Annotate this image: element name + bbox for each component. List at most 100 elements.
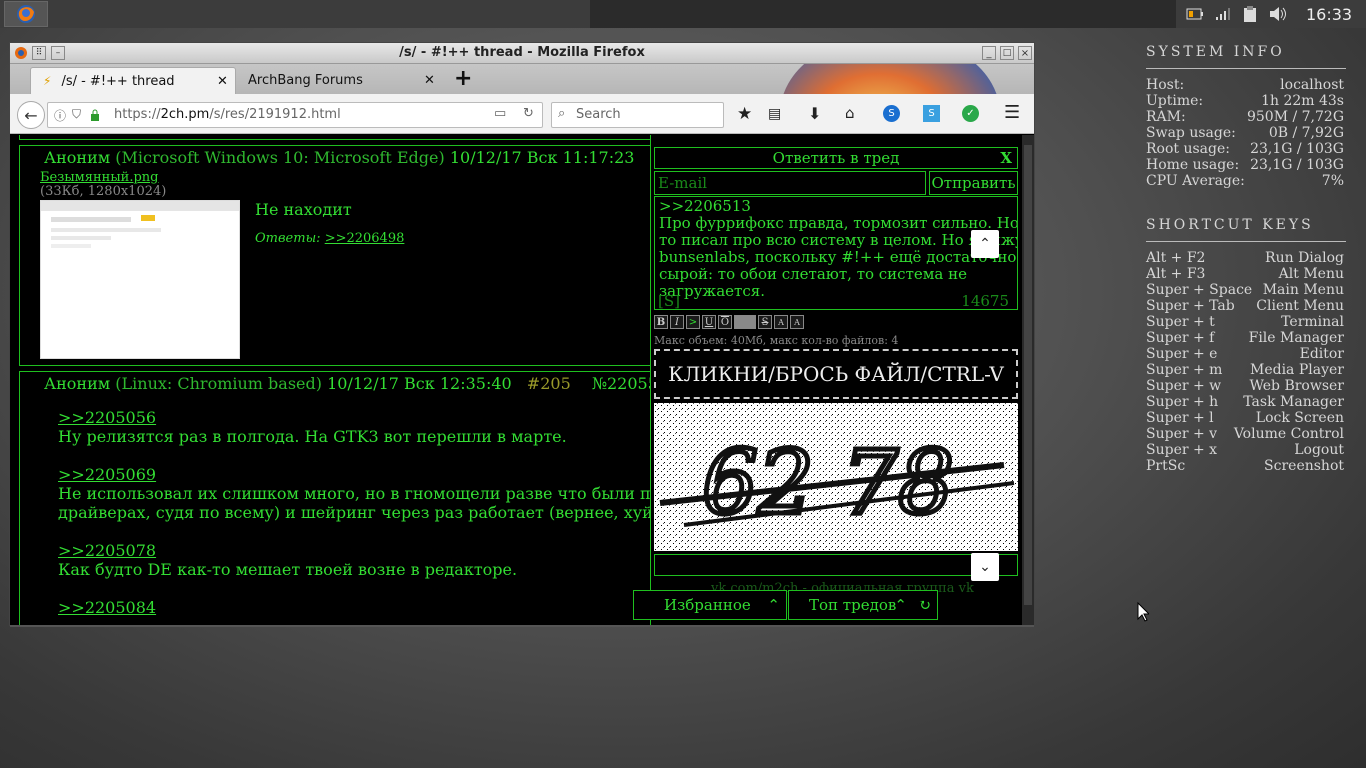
max-size-info: Макс объем: 40Мб, макс кол-во файлов: 4 <box>654 334 899 347</box>
row-label: Host: <box>1146 77 1185 93</box>
file-drop-zone[interactable]: КЛИКНИ/БРОСЬ ФАЙЛ/CTRL-V <box>654 349 1018 399</box>
reader-view-icon[interactable]: ▭ <box>494 106 506 121</box>
reply-link[interactable]: >>2206498 <box>325 231 405 246</box>
refresh-icon[interactable]: ↻ <box>918 591 931 619</box>
row-value: Web Browser <box>1249 378 1345 394</box>
message-textarea[interactable]: >>2206513 Про фуррифокс правда, тормозит … <box>654 196 1018 310</box>
sage-toggle[interactable]: [S] <box>658 293 680 310</box>
captcha-text: 62 78 <box>702 431 954 534</box>
search-input[interactable]: Search <box>576 107 621 122</box>
italic-button[interactable]: I <box>670 315 684 329</box>
row-label: Swap usage: <box>1146 125 1236 141</box>
addon-s-icon[interactable]: S <box>883 105 900 122</box>
tab-close-icon[interactable]: ✕ <box>424 73 435 88</box>
scroll-up-button[interactable]: ⌃ <box>971 230 999 258</box>
tab-close-icon[interactable]: ✕ <box>217 74 228 89</box>
url-bar[interactable]: ⓘ ⛉ https://2ch.pm/s/res/2191912.html ▭ … <box>47 102 543 128</box>
scroll-down-button[interactable]: ⌄ <box>971 553 999 581</box>
download-icon[interactable]: ⬇ <box>808 104 821 123</box>
superscript-button[interactable]: A <box>790 315 804 329</box>
quote-link[interactable]: >>2205069 <box>58 465 653 484</box>
overline-button[interactable]: O <box>718 315 732 329</box>
menu-icon[interactable]: ☰ <box>1004 102 1020 123</box>
window-bottom-border <box>10 625 1034 627</box>
reply-form-title: Ответить в тред <box>772 149 900 167</box>
file-name-link[interactable]: Безымянный.png <box>40 170 159 185</box>
top-panel: 16:33 <box>0 0 1366 28</box>
quote-link[interactable]: >>2205078 <box>58 541 653 560</box>
close-icon[interactable]: × <box>1018 46 1032 60</box>
quote-link[interactable]: >>2205084 <box>58 598 653 617</box>
new-tab-button[interactable]: + <box>454 66 472 91</box>
top-threads-button[interactable]: Топ тредов ⌃ ↻ <box>788 590 938 620</box>
post-paragraph: Не использовал их слишком много, но в гн… <box>58 484 651 503</box>
page-scrollbar[interactable] <box>1022 135 1034 625</box>
tab-archbang-forums[interactable]: ArchBang Forums ✕ <box>236 67 442 94</box>
firefox-launcher-button[interactable] <box>4 1 48 27</box>
reply-form: Ответить в тред X E-mail Отправить >>220… <box>650 135 1020 625</box>
search-box[interactable]: ⌕ Search <box>551 102 724 128</box>
row-value: localhost <box>1280 77 1344 93</box>
post-paragraph: Как будто DE как-то мешает твоей возне в… <box>58 560 518 579</box>
conky-row: Alt + F3 Alt Menu <box>1146 266 1344 282</box>
bookmark-star-icon[interactable]: ★ <box>737 104 752 124</box>
network-icon[interactable] <box>1215 4 1231 24</box>
row-label: CPU Average: <box>1146 173 1245 189</box>
conky-panel: SYSTEM INFO Host: localhost Uptime: 1h 22m … <box>1146 44 1346 474</box>
row-value: 950M / 7,72G <box>1246 109 1344 125</box>
previous-post-edge <box>19 135 705 140</box>
strike-button[interactable]: S <box>758 315 772 329</box>
mouse-cursor-icon <box>1137 602 1149 622</box>
clipboard-icon[interactable] <box>1243 4 1257 24</box>
maximize-icon[interactable]: □ <box>1000 46 1014 60</box>
chevrons-up-icon: ⌃ <box>894 596 907 614</box>
spoiler-button[interactable] <box>734 315 756 329</box>
battery-icon[interactable] <box>1186 4 1204 24</box>
reload-icon[interactable]: ↻ <box>523 106 534 121</box>
format-toolbar: B I > U O S A A <box>654 315 806 329</box>
row-label: RAM: <box>1146 109 1186 125</box>
submit-button[interactable]: Отправить <box>929 171 1018 195</box>
close-form-button[interactable]: X <box>1000 148 1012 168</box>
lock-icon[interactable] <box>90 107 100 121</box>
volume-icon[interactable] <box>1268 4 1288 24</box>
conky-row: Super + w Web Browser <box>1146 378 1344 394</box>
tab-s-thread[interactable]: ⚡ /s/ - #!++ thread ✕ <box>30 67 236 94</box>
post-id[interactable]: №22055 <box>592 374 658 393</box>
home-icon[interactable]: ⌂ <box>845 104 855 122</box>
bookmarks-list-icon[interactable]: ▤ <box>768 106 781 122</box>
info-icon[interactable]: ⓘ <box>54 107 66 124</box>
system-info-title: SYSTEM INFO <box>1146 44 1285 60</box>
navigation-bar: ← ⓘ ⛉ https://2ch.pm/s/res/2191912.html … <box>10 94 1034 134</box>
reply-form-header[interactable]: Ответить в тред X <box>654 147 1018 169</box>
underline-button[interactable]: U <box>702 315 716 329</box>
back-button[interactable]: ← <box>17 101 45 129</box>
conky-row: Super + Tab Client Menu <box>1146 298 1344 314</box>
conky-row: Home usage: 23,1G / 103G <box>1146 157 1344 173</box>
attached-thumbnail[interactable] <box>40 200 240 359</box>
subscript-button[interactable]: A <box>774 315 788 329</box>
clock[interactable]: 16:33 <box>1306 4 1352 24</box>
favorites-button[interactable]: Избранное ⌃ <box>633 590 787 620</box>
window-titlebar[interactable]: ⠿ – /s/ - #!++ thread - Mozilla Firefox … <box>10 43 1034 64</box>
tab-bar: ⚡ /s/ - #!++ thread ✕ ArchBang Forums ✕ … <box>10 64 1034 94</box>
addon-check-icon[interactable]: ✓ <box>962 105 979 122</box>
post-author: Аноним <box>44 374 111 393</box>
captcha-input[interactable] <box>654 554 1018 576</box>
captcha-noise-icon: 62 78 <box>654 403 1018 551</box>
quote-link[interactable]: >>2205056 <box>58 408 653 427</box>
row-label: Super + x <box>1146 442 1218 458</box>
conky-row: Super + Space Main Menu <box>1146 282 1344 298</box>
tab-label: ArchBang Forums <box>248 73 363 88</box>
email-field[interactable]: E-mail <box>654 171 926 195</box>
minimize-icon[interactable]: _ <box>982 46 996 60</box>
row-label: Root usage: <box>1146 141 1230 157</box>
row-label: Super + l <box>1146 410 1214 426</box>
row-value: Task Manager <box>1243 394 1344 410</box>
bold-button[interactable]: B <box>654 315 668 329</box>
addon-skype-icon[interactable]: S <box>923 105 940 122</box>
quote-button[interactable]: > <box>686 315 700 329</box>
shield-icon[interactable]: ⛉ <box>72 107 81 122</box>
post-header: Аноним (Microsoft Windows 10: Microsoft … <box>44 148 634 167</box>
replies: Ответы: >>2206498 <box>255 231 404 246</box>
